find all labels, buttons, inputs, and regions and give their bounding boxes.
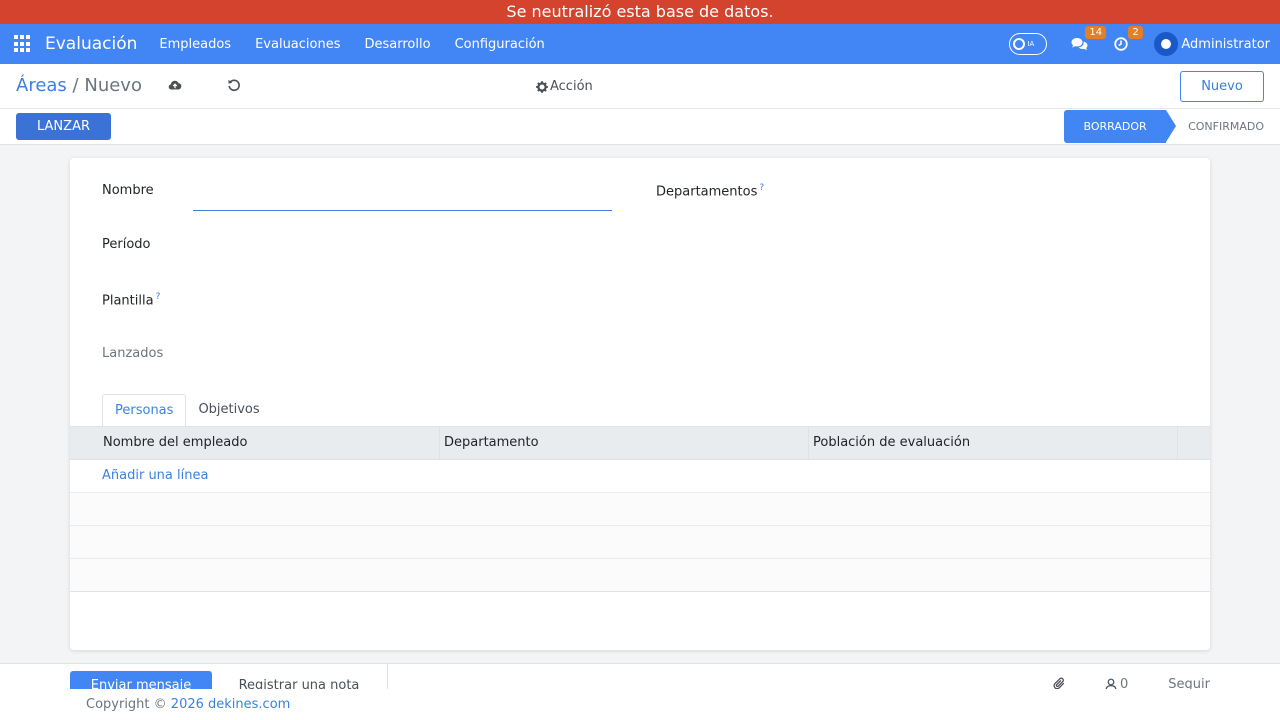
gear-icon bbox=[536, 80, 548, 93]
menu-item-desarrollo[interactable]: Desarrollo bbox=[353, 37, 443, 52]
form-sheet: Nombre Departamentos? Período Plantilla?… bbox=[70, 158, 1210, 650]
breadcrumb: Áreas / Nuevo bbox=[16, 75, 142, 96]
ai-toggle[interactable]: IA bbox=[1009, 33, 1048, 55]
breadcrumb-separator: / bbox=[72, 75, 79, 96]
table-row bbox=[70, 559, 1210, 592]
ai-label: IA bbox=[1027, 40, 1035, 48]
column-header-employee-name[interactable]: Nombre del empleado bbox=[70, 427, 440, 459]
main-menu: Empleados Evaluaciones Desarrollo Config… bbox=[147, 37, 556, 52]
departments-help-tooltip[interactable]: ? bbox=[759, 183, 764, 193]
chat-bubbles-icon bbox=[1071, 38, 1088, 51]
activities-count-badge: 2 bbox=[1128, 26, 1143, 39]
footer: Copyright © 2026 dekines.com bbox=[0, 689, 1280, 720]
name-label: Nombre bbox=[102, 183, 154, 198]
period-label: Período bbox=[102, 237, 151, 252]
footer-company-link[interactable]: 2026 dekines.com bbox=[171, 697, 291, 712]
app-title[interactable]: Evaluación bbox=[45, 34, 137, 54]
clock-icon bbox=[1114, 37, 1129, 51]
column-header-department[interactable]: Departamento bbox=[440, 427, 809, 459]
status-bar: BORRADOR CONFIRMADO bbox=[1064, 110, 1280, 143]
table-row bbox=[70, 493, 1210, 526]
user-menu[interactable]: Administrator bbox=[1154, 32, 1270, 56]
employees-table: Nombre del empleado Departamento Poblaci… bbox=[70, 426, 1210, 592]
tab-objetivos[interactable]: Objetivos bbox=[186, 394, 271, 427]
breadcrumb-parent-link[interactable]: Áreas bbox=[16, 75, 67, 96]
add-line-link[interactable]: Añadir una línea bbox=[70, 460, 1210, 492]
column-header-evaluation-population[interactable]: Población de evaluación bbox=[809, 427, 1178, 459]
apps-grid-icon[interactable] bbox=[14, 35, 32, 53]
messages-button[interactable]: 14 bbox=[1071, 26, 1107, 51]
navbar-systray: IA 14 2 Administrator bbox=[1009, 24, 1270, 64]
tab-personas[interactable]: Personas bbox=[102, 394, 187, 427]
menu-item-configuracion[interactable]: Configuración bbox=[443, 37, 557, 52]
discard-undo-icon[interactable] bbox=[227, 78, 241, 92]
launch-button[interactable]: LANZAR bbox=[16, 113, 111, 140]
menu-item-empleados[interactable]: Empleados bbox=[147, 37, 243, 52]
menu-item-evaluaciones[interactable]: Evaluaciones bbox=[243, 37, 352, 52]
ai-toggle-knob-icon bbox=[1013, 38, 1026, 50]
control-panel-top-row: Áreas / Nuevo Acción Nuevo bbox=[0, 64, 1280, 109]
table-row bbox=[70, 526, 1210, 559]
column-header-options bbox=[1178, 427, 1210, 459]
template-label-wrap: Plantilla? bbox=[102, 292, 160, 308]
departments-label: Departamentos bbox=[656, 184, 758, 200]
cloud-upload-icon[interactable] bbox=[168, 78, 182, 92]
add-line-row: Añadir una línea bbox=[70, 460, 1210, 493]
template-label: Plantilla bbox=[102, 293, 154, 309]
stage-confirmado[interactable]: CONFIRMADO bbox=[1166, 110, 1280, 143]
new-record-button[interactable]: Nuevo bbox=[1180, 71, 1264, 102]
stage-borrador[interactable]: BORRADOR bbox=[1064, 110, 1177, 143]
launched-label: Lanzados bbox=[102, 346, 164, 361]
table-header: Nombre del empleado Departamento Poblaci… bbox=[70, 426, 1210, 460]
user-name: Administrator bbox=[1181, 36, 1270, 52]
template-help-tooltip[interactable]: ? bbox=[156, 292, 161, 302]
top-navbar: Evaluación Empleados Evaluaciones Desarr… bbox=[0, 24, 1280, 64]
copyright-text: Copyright © bbox=[86, 697, 167, 712]
notebook-tabs: Personas Objetivos bbox=[102, 394, 272, 427]
neutralized-banner: Se neutralizó esta base de datos. bbox=[0, 0, 1280, 24]
messages-count-badge: 14 bbox=[1085, 26, 1107, 39]
avatar bbox=[1154, 32, 1179, 56]
departments-label-wrap: Departamentos? bbox=[656, 183, 764, 199]
action-label: Acción bbox=[550, 79, 593, 94]
action-menu-button[interactable]: Acción bbox=[536, 79, 593, 94]
name-field[interactable] bbox=[193, 190, 612, 211]
chatter-divider bbox=[387, 664, 388, 690]
activities-button[interactable]: 2 bbox=[1114, 26, 1143, 51]
control-panel: Áreas / Nuevo Acción Nuevo LANZAR BORRAD… bbox=[0, 64, 1280, 145]
breadcrumb-current: Nuevo bbox=[84, 75, 142, 96]
